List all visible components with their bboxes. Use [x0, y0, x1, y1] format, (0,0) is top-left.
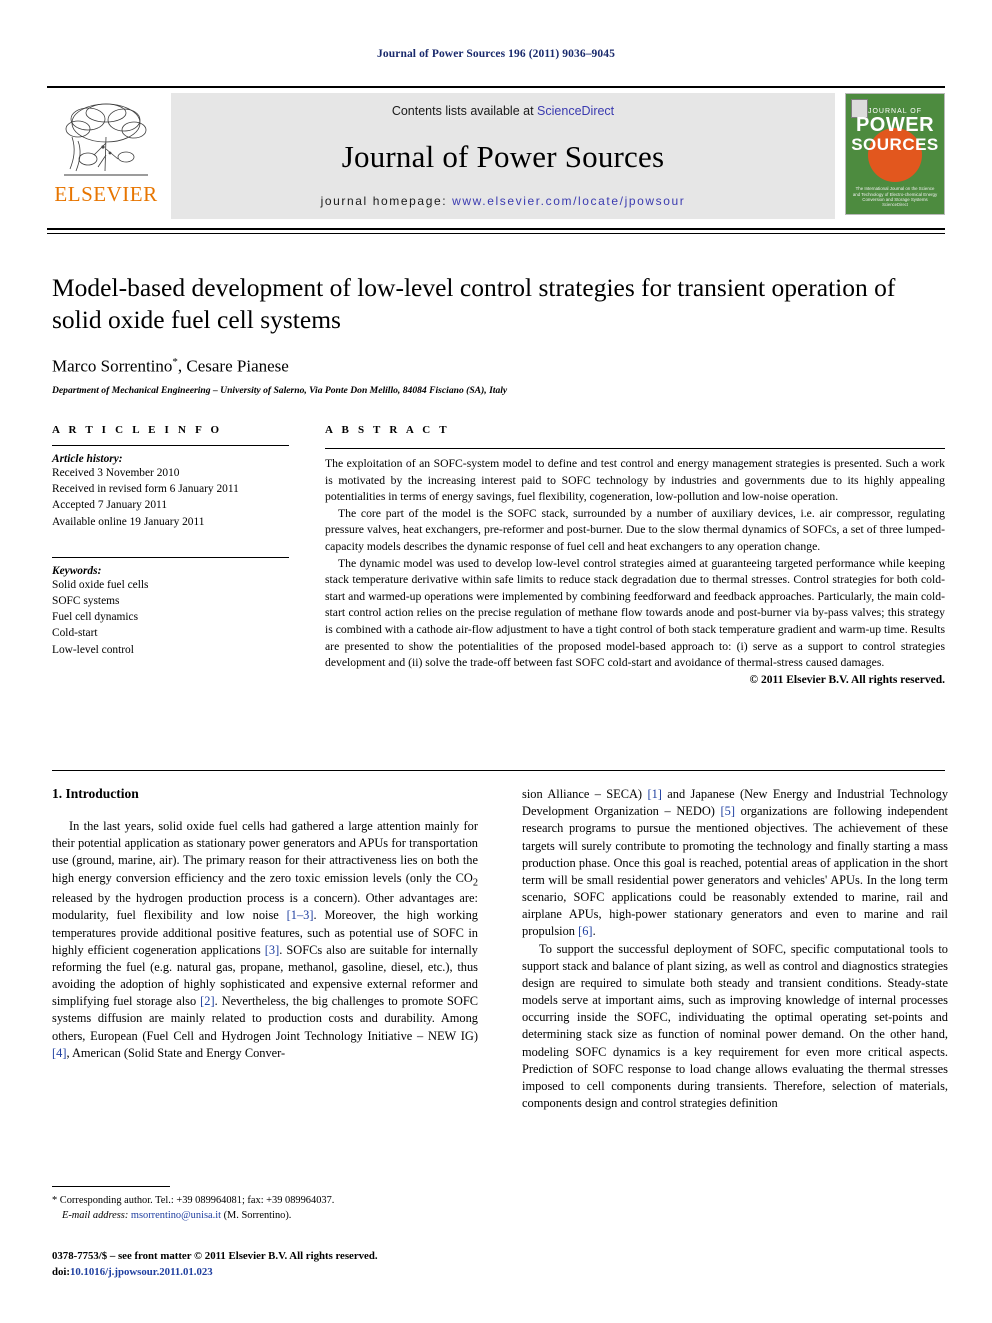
abstract-rule — [325, 448, 945, 449]
footnote-separator — [52, 1186, 170, 1187]
paragraph: sion Alliance – SECA) [1] and Japanese (… — [522, 786, 948, 941]
paper-page: Journal of Power Sources 196 (2011) 9036… — [0, 0, 992, 1323]
keyword-item: Solid oxide fuel cells — [52, 578, 149, 591]
keyword-item: Low-level control — [52, 643, 134, 656]
citation-link[interactable]: [5] — [721, 804, 735, 818]
author-affiliation: Department of Mechanical Engineering – U… — [52, 385, 508, 397]
keywords-list: Solid oxide fuel cells SOFC systems Fuel… — [52, 577, 289, 658]
article-info-heading: A R T I C L E I N F O — [52, 424, 223, 436]
abstract-copyright: © 2011 Elsevier B.V. All rights reserved… — [749, 673, 945, 686]
article-info-rule — [52, 445, 289, 446]
citation-link[interactable]: [4] — [52, 1046, 66, 1060]
author-email-link[interactable]: msorrentino@unisa.it — [131, 1210, 221, 1221]
homepage-prefix: journal homepage: — [320, 194, 448, 208]
title-block: Model-based development of low-level con… — [52, 272, 942, 396]
homepage-url-link[interactable]: www.elsevier.com/locate/jpowsour — [452, 194, 685, 208]
history-item: Received in revised form 6 January 2011 — [52, 483, 239, 496]
info-abstract-row: A R T I C L E I N F O Article history: R… — [52, 424, 945, 686]
footnote-area: * Corresponding author. Tel.: +39 089964… — [52, 1186, 478, 1223]
abstract-column: A B S T R A C T The exploitation of an S… — [325, 424, 945, 686]
issn-copyright-line: 0378-7753/$ – see front matter © 2011 El… — [52, 1250, 378, 1262]
body-right-column: sion Alliance – SECA) [1] and Japanese (… — [522, 786, 948, 1112]
paragraph: In the last years, solid oxide fuel cell… — [52, 818, 478, 1062]
section-heading-introduction: 1. Introduction — [52, 786, 139, 801]
article-history-label: Article history: — [52, 453, 123, 465]
author-secondary: , Cesare Pianese — [177, 356, 289, 376]
email-label: E-mail address: — [62, 1210, 129, 1222]
text-run: organizations are following independent … — [522, 804, 948, 939]
imprint-block: 0378-7753/$ – see front matter © 2011 El… — [52, 1248, 482, 1280]
journal-masthead: ELSEVIER Contents lists available at Sci… — [47, 86, 945, 222]
doi-link[interactable]: 10.1016/j.jpowsour.2011.01.023 — [70, 1266, 213, 1278]
elsevier-wordmark: ELSEVIER — [54, 182, 158, 206]
journal-cover-thumbnail: JOURNAL OF POWER SOURCES The Internation… — [845, 93, 945, 215]
masthead-bottom-rule-secondary — [47, 233, 945, 234]
doi-label: doi: — [52, 1266, 70, 1279]
contents-available-line: Contents lists available at ScienceDirec… — [392, 104, 614, 118]
abstract-body: The exploitation of an SOFC-system model… — [325, 456, 945, 672]
footnote-text: Corresponding author. Tel.: +39 08996408… — [57, 1195, 335, 1206]
cover-title-text: JOURNAL OF POWER SOURCES — [846, 108, 944, 153]
paragraph: To support the successful deployment of … — [522, 941, 948, 1111]
citation-link[interactable]: [6] — [578, 924, 592, 938]
history-item: Available online 19 January 2011 — [52, 515, 205, 528]
corresponding-author-footnote: * Corresponding author. Tel.: +39 089964… — [52, 1193, 478, 1223]
email-owner: (M. Sorrentino). — [220, 1210, 292, 1222]
text-run: In the last years, solid oxide fuel cell… — [52, 819, 478, 885]
abstract-heading: A B S T R A C T — [325, 424, 450, 436]
keyword-item: Cold-start — [52, 627, 98, 640]
keyword-item: Fuel cell dynamics — [52, 611, 139, 624]
citation-link[interactable]: [1–3] — [287, 908, 314, 922]
intro-right-text: sion Alliance – SECA) [1] and Japanese (… — [522, 786, 948, 1112]
elsevier-tree-icon — [64, 103, 148, 176]
sciencedirect-band: Contents lists available at ScienceDirec… — [171, 93, 835, 219]
article-history-list: Received 3 November 2010 Received in rev… — [52, 465, 289, 530]
author-primary: Marco Sorrentino — [52, 356, 173, 376]
text-run: sion Alliance – SECA) — [522, 787, 648, 801]
co2-subscript: 2 — [472, 876, 478, 888]
abstract-paragraph: The core part of the model is the SOFC s… — [325, 506, 945, 554]
doi-line: doi:10.1016/j.jpowsour.2011.01.023 — [52, 1264, 482, 1280]
abstract-paragraph: The dynamic model was used to develop lo… — [325, 556, 946, 670]
sciencedirect-link[interactable]: ScienceDirect — [537, 104, 614, 118]
keywords-label: Keywords: — [52, 564, 102, 577]
citation-link[interactable]: [1] — [647, 787, 661, 801]
journal-title: Journal of Power Sources — [341, 139, 665, 174]
citation-link[interactable]: [3] — [265, 943, 279, 957]
elsevier-logo: ELSEVIER — [47, 93, 165, 219]
text-run: . — [592, 924, 596, 939]
author-list: Marco Sorrentino*, Cesare Pianese — [52, 356, 942, 377]
intro-left-text: In the last years, solid oxide fuel cell… — [52, 818, 478, 1062]
contents-prefix: Contents lists available at — [391, 104, 534, 118]
page-title: Model-based development of low-level con… — [52, 273, 896, 334]
running-head: Journal of Power Sources 196 (2011) 9036… — [377, 48, 615, 60]
body-left-column: 1. Introduction In the last years, solid… — [52, 786, 478, 1112]
cover-line-sources: SOURCES — [851, 134, 939, 154]
cover-footer: ScienceDirect — [882, 202, 908, 207]
keywords-rule — [52, 556, 289, 558]
body-columns: 1. Introduction In the last years, solid… — [52, 786, 948, 1112]
history-item: Received 3 November 2010 — [52, 467, 180, 479]
cover-line-power: POWER — [855, 114, 935, 137]
citation-link[interactable]: [2] — [200, 994, 214, 1008]
text-run: , American (Solid State and Energy Conve… — [66, 1045, 286, 1060]
cover-subtitle: The International Journal on the Science… — [852, 186, 938, 203]
keyword-item: SOFC systems — [52, 594, 120, 607]
abstract-paragraph: The exploitation of an SOFC-system model… — [325, 457, 945, 504]
masthead-bottom-rule — [47, 228, 945, 230]
article-info-column: A R T I C L E I N F O Article history: R… — [52, 424, 289, 686]
history-item: Accepted 7 January 2011 — [52, 499, 168, 512]
journal-homepage-line: journal homepage: www.elsevier.com/locat… — [321, 194, 686, 208]
abstract-bottom-rule — [52, 770, 945, 771]
